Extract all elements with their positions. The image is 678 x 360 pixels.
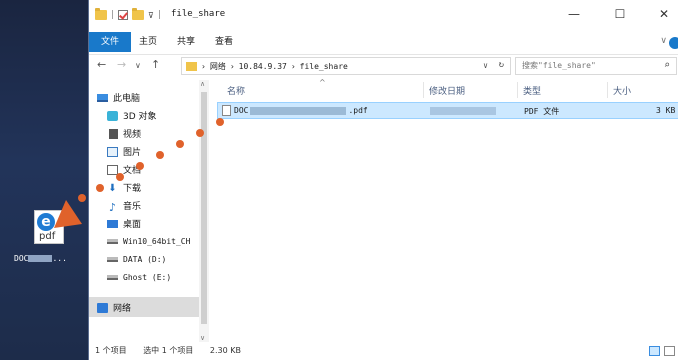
expand-ribbon-icon[interactable]: ∨ — [660, 36, 667, 46]
minimize-button[interactable]: — — [559, 4, 589, 24]
network-folder-icon — [186, 61, 197, 71]
desktop-file-label-suffix: ... — [52, 254, 67, 263]
status-item-count: 1 个项目 — [95, 346, 127, 355]
file-row[interactable]: DOC .pdf PDF 文件 3 KB — [217, 102, 678, 119]
back-button[interactable]: ← — [97, 58, 106, 71]
customize-toolbar-icon[interactable]: ⊽ — [148, 11, 154, 20]
refresh-icon[interactable]: ↻ — [499, 60, 504, 70]
quick-access-toolbar: | ⊽ | — [95, 8, 161, 20]
file-name: DOC .pdf — [234, 106, 368, 115]
explorer-window: | ⊽ | file_share — ☐ ✕ 文件 主页 共享 查看 ∨ ← →… — [88, 0, 678, 360]
file-type: PDF 文件 — [524, 107, 560, 116]
desktop-file-label-prefix: DOC — [14, 254, 29, 263]
nav-item-videos[interactable]: 视频 — [107, 125, 141, 142]
breadcrumb-host[interactable]: 10.84.9.37 — [239, 62, 287, 71]
folder-icon[interactable] — [95, 8, 107, 20]
nav-item-desktop[interactable]: 桌面 — [107, 215, 141, 232]
desktop-icon — [107, 219, 118, 228]
maximize-button[interactable]: ☐ — [605, 4, 635, 24]
new-folder-icon[interactable] — [132, 8, 145, 20]
3d-objects-icon — [107, 110, 118, 121]
scroll-down-icon[interactable]: ∨ — [200, 334, 205, 342]
up-button[interactable]: ↑ — [151, 58, 160, 71]
file-size: 3 KB — [656, 106, 676, 115]
scrollbar-thumb[interactable] — [201, 92, 207, 324]
window-title: file_share — [171, 9, 226, 19]
status-size: 2.30 KB — [209, 346, 242, 355]
nav-item-win10-drive[interactable]: Win10_64bit_CH — [107, 233, 190, 250]
sort-ascending-icon: ^ — [319, 78, 326, 87]
title-bar: | ⊽ | file_share — ☐ ✕ — [89, 0, 678, 32]
file-date — [430, 106, 496, 115]
documents-icon — [107, 164, 118, 175]
network-icon — [97, 302, 108, 313]
nav-item-3d-objects[interactable]: 3D 对象 — [107, 107, 157, 124]
close-button[interactable]: ✕ — [649, 4, 678, 24]
navigation-bar: ← → ∨ ↑ › 网络 › 10.84.9.37 › file_share ∨… — [89, 54, 678, 76]
file-list: 名称 ^ 修改日期 类型 大小 DOC .pdf PDF 文件 3 KB — [211, 78, 678, 342]
nav-item-this-pc[interactable]: 此电脑 — [97, 89, 140, 106]
drive-icon — [107, 257, 118, 262]
large-icons-view-icon[interactable] — [664, 346, 675, 356]
column-header-size[interactable]: 大小 — [613, 84, 631, 97]
scroll-up-icon[interactable]: ∧ — [200, 80, 205, 88]
status-bar: 1 个项目 选中 1 个项目 2.30 KB — [89, 342, 678, 360]
column-header-name[interactable]: 名称 — [227, 84, 245, 97]
nav-item-pictures[interactable]: 图片 — [107, 143, 141, 160]
properties-icon[interactable] — [118, 10, 129, 20]
address-dropdown-icon[interactable]: ∨ — [483, 61, 488, 70]
navigation-pane: 此电脑 3D 对象 视频 图片 文档 ⬇ 下载 ♪ 音乐 桌面 Win10_64… — [89, 80, 209, 342]
pictures-icon — [107, 146, 118, 157]
music-icon: ♪ — [108, 200, 117, 214]
recent-locations-button[interactable]: ∨ — [135, 61, 141, 70]
help-icon[interactable] — [669, 37, 678, 49]
computer-icon — [97, 93, 108, 102]
search-input[interactable]: 搜索"file_share" ⌕ — [515, 57, 677, 75]
column-header-date[interactable]: 修改日期 — [429, 84, 465, 97]
nav-item-music[interactable]: ♪ 音乐 — [107, 197, 141, 214]
desktop-file-label: DOC... — [14, 254, 92, 263]
breadcrumb-network[interactable]: 网络 — [210, 61, 226, 72]
nav-item-network[interactable]: 网络 — [97, 299, 131, 316]
edge-logo-icon: e — [37, 213, 55, 231]
search-placeholder: 搜索"file_share" — [522, 61, 596, 70]
forward-button[interactable]: → — [117, 58, 126, 71]
redacted-text — [250, 106, 347, 115]
tab-view[interactable]: 查看 — [207, 32, 241, 52]
tab-share[interactable]: 共享 — [169, 32, 203, 52]
download-icon: ⬇ — [108, 182, 117, 194]
nav-item-data-drive[interactable]: DATA (D:) — [107, 251, 166, 268]
pdf-text: pdf — [39, 231, 56, 242]
drive-icon — [107, 275, 118, 280]
drive-icon — [107, 239, 118, 244]
redacted-text — [430, 106, 496, 115]
redacted-text — [28, 255, 53, 262]
breadcrumb-share[interactable]: file_share — [300, 62, 348, 71]
desktop: e pdf DOC... — [0, 0, 88, 360]
video-icon — [107, 128, 118, 139]
status-selected: 选中 1 个项目 — [143, 346, 194, 355]
tab-file[interactable]: 文件 — [89, 32, 132, 52]
pdf-file-icon — [222, 105, 231, 116]
search-icon[interactable]: ⌕ — [664, 58, 670, 74]
tab-home[interactable]: 主页 — [131, 32, 165, 52]
navigation-scrollbar[interactable]: ∧ ∨ — [199, 80, 209, 342]
edge-pdf-icon: e pdf — [34, 210, 64, 244]
details-view-icon[interactable] — [649, 346, 660, 356]
ribbon: 文件 主页 共享 查看 ∨ — [89, 32, 678, 52]
address-bar[interactable]: › 网络 › 10.84.9.37 › file_share ∨ ↻ — [181, 57, 511, 75]
nav-item-downloads[interactable]: ⬇ 下载 — [107, 179, 141, 196]
nav-item-documents[interactable]: 文档 — [107, 161, 141, 178]
column-header-type[interactable]: 类型 — [523, 84, 541, 97]
nav-item-ghost-drive[interactable]: Ghost (E:) — [107, 269, 171, 286]
